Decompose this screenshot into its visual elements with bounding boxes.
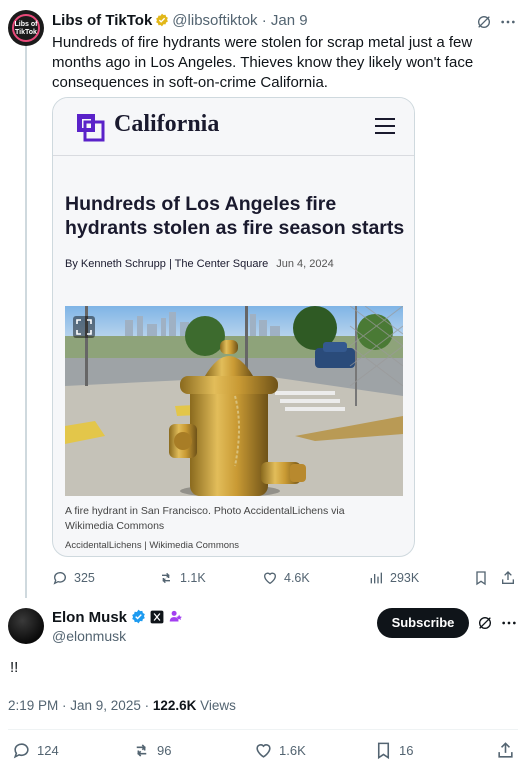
bookmark-button[interactable]: 16	[374, 741, 413, 760]
grok-icon[interactable]	[477, 615, 493, 631]
tweet-header: Libs of TikTok @libsoftiktok · Jan 9	[52, 12, 308, 29]
divider	[8, 729, 518, 730]
byline-date: Jun 4, 2024	[276, 258, 334, 270]
author-name-row: Elon Musk	[52, 609, 184, 626]
views-count: 293K	[390, 571, 420, 585]
photo-credit: AccidentalLichens | Wikimedia Commons	[65, 540, 240, 551]
views-icon	[370, 572, 382, 584]
tweet-text: !!	[10, 659, 19, 676]
like-count: 4.6K	[284, 571, 310, 585]
repost-icon	[162, 572, 170, 584]
card-header: California	[53, 98, 414, 156]
reply-icon	[53, 572, 66, 585]
author-handle[interactable]: @libsoftiktok	[172, 12, 257, 29]
tweet-meta: 2:19 PM · Jan 9, 2025 · 122.6K Views	[8, 698, 236, 713]
article-card[interactable]: California Hundreds of Los Angeles fire …	[52, 97, 415, 557]
byline-author: By Kenneth Schrupp | The Center Square	[65, 258, 269, 270]
subscribe-button[interactable]: Subscribe	[377, 608, 469, 638]
more-icon[interactable]	[500, 14, 516, 30]
reply-button[interactable]: 325	[52, 570, 95, 586]
reply-icon	[13, 743, 29, 759]
thread-line	[25, 46, 27, 598]
article-headline: Hundreds of Los Angeles fire hydrants st…	[65, 193, 405, 239]
menu-icon	[375, 118, 395, 134]
like-count: 1.6K	[279, 743, 306, 758]
bookmark-icon	[377, 742, 390, 760]
author-handle[interactable]: @elonmusk	[52, 628, 126, 644]
reply-count: 124	[37, 743, 59, 758]
article-photo	[65, 306, 403, 496]
author-name[interactable]: Libs of TikTok	[52, 12, 152, 29]
california-logo-icon	[77, 114, 105, 142]
author-name[interactable]: Elon Musk	[52, 609, 127, 626]
repost-icon	[136, 744, 147, 757]
site-name: California	[114, 111, 220, 137]
reply-count: 325	[74, 571, 95, 585]
x-affiliation-icon[interactable]	[150, 610, 164, 624]
avatar[interactable]	[8, 608, 44, 644]
grok-icon[interactable]	[476, 14, 492, 30]
repost-count: 96	[157, 743, 172, 758]
avatar-logo-text: Libs of TikTok	[14, 21, 38, 36]
heart-icon	[263, 572, 277, 585]
views-label: Views	[196, 698, 236, 713]
tweet-timestamp[interactable]: 2:19 PM · Jan 9, 2025 ·	[8, 698, 153, 713]
bookmark-count: 16	[399, 743, 414, 758]
repost-count: 1.1K	[180, 571, 206, 585]
article-byline: By Kenneth Schrupp | The Center Square Ju…	[65, 258, 334, 270]
views-count: 122.6K	[152, 698, 197, 713]
repost-button[interactable]: 1.1K	[158, 570, 206, 586]
person-badge-icon	[169, 610, 182, 622]
avatar[interactable]: Libs of TikTok	[8, 10, 44, 46]
heart-icon	[256, 744, 271, 758]
reply-button[interactable]: 124	[12, 741, 59, 760]
like-button[interactable]: 1.6K	[254, 741, 306, 760]
share-icon[interactable]	[496, 741, 515, 760]
verified-icon	[132, 609, 145, 624]
like-button[interactable]: 4.6K	[262, 570, 310, 586]
tweet-text: Hundreds of fire hydrants were stolen fo…	[52, 34, 474, 91]
share-icon[interactable]	[500, 570, 516, 586]
bookmark-icon[interactable]	[473, 570, 489, 586]
tweet-date[interactable]: · Jan 9	[262, 12, 308, 29]
repost-button[interactable]: 96	[132, 741, 171, 760]
views-button[interactable]: 293K	[368, 570, 419, 586]
photo-caption: A fire hydrant in San Francisco. Photo A…	[65, 505, 345, 532]
verified-gold-icon	[156, 13, 169, 27]
more-icon[interactable]	[501, 615, 517, 631]
